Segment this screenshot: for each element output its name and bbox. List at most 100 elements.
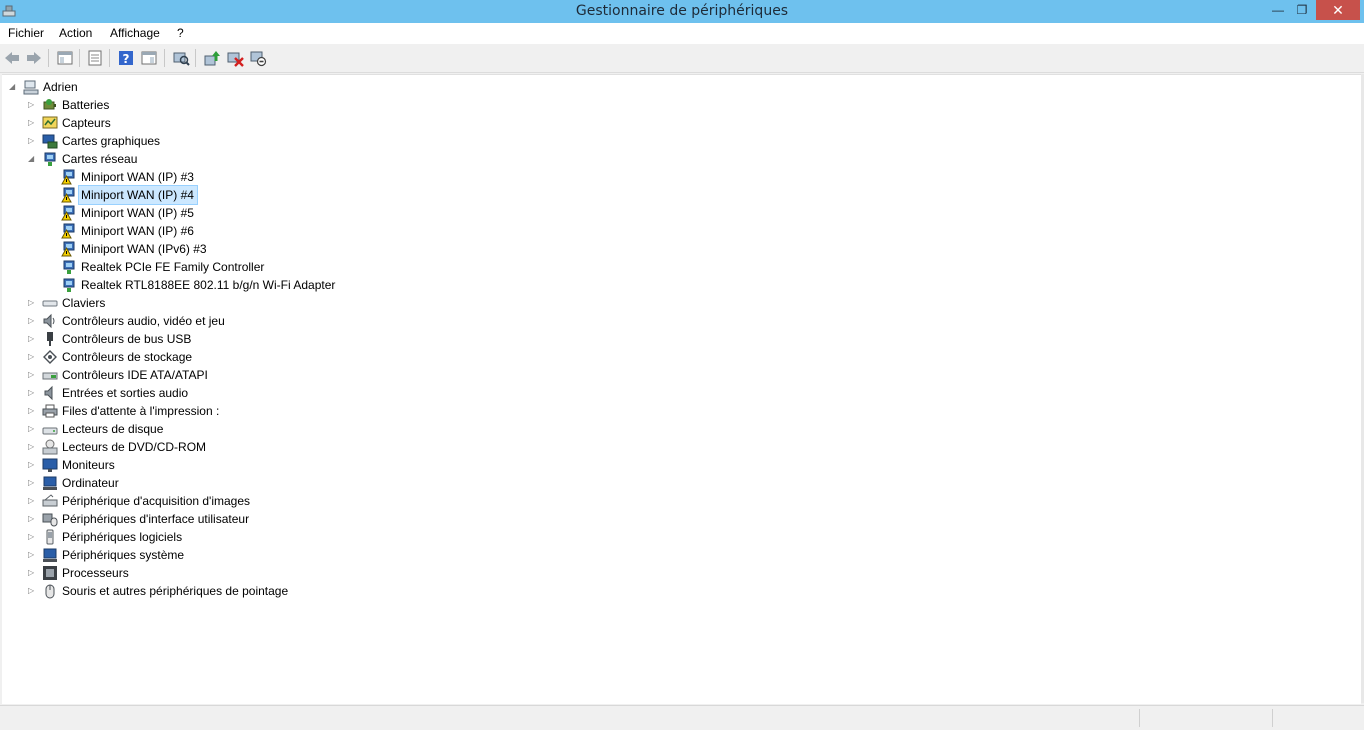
- toolbar-separator: [48, 49, 49, 67]
- tree-item-label: Moniteurs: [62, 458, 115, 472]
- expand-arrow-icon[interactable]: ▷: [28, 135, 38, 147]
- expand-arrow-icon[interactable]: ▷: [28, 567, 38, 579]
- tree-item-label: Contrôleurs IDE ATA/ATAPI: [62, 368, 208, 382]
- ide-controller-icon: [42, 367, 58, 383]
- toolbar: ?: [0, 44, 1364, 73]
- expand-arrow-icon[interactable]: ▷: [28, 369, 38, 381]
- tree-item-label: Capteurs: [62, 116, 111, 130]
- speaker-icon: [42, 313, 58, 329]
- tree-item-label: Claviers: [62, 296, 106, 310]
- svg-text:?: ?: [123, 52, 130, 66]
- scan-hardware-icon[interactable]: [172, 49, 190, 67]
- disable-device-icon[interactable]: [249, 49, 267, 67]
- minimize-button[interactable]: —: [1266, 0, 1290, 20]
- network-adapter-icon: [61, 259, 77, 275]
- expand-arrow-icon[interactable]: ▷: [28, 99, 38, 111]
- maximize-button[interactable]: ❐: [1290, 0, 1314, 20]
- processor-icon: [42, 565, 58, 581]
- menu-help[interactable]: ?: [177, 26, 184, 40]
- expand-arrow-icon[interactable]: ▷: [28, 117, 38, 129]
- tree-item-label: Files d'attente à l'impression :: [62, 404, 220, 418]
- menu-affichage[interactable]: Affichage: [110, 26, 160, 40]
- tree-item-label: Périphériques logiciels: [62, 530, 183, 544]
- show-hide-tree-icon[interactable]: [56, 49, 74, 67]
- tree-item-label: Lecteurs de DVD/CD-ROM: [62, 440, 207, 454]
- expand-arrow-icon[interactable]: ▷: [28, 585, 38, 597]
- expand-arrow-icon[interactable]: ▷: [28, 531, 38, 543]
- uninstall-device-icon[interactable]: [226, 49, 244, 67]
- expand-arrow-icon[interactable]: ▷: [28, 387, 38, 399]
- menu-action[interactable]: Action: [59, 26, 92, 40]
- tree-item-label: Realtek RTL8188EE 802.11 b/g/n Wi-Fi Ada…: [81, 278, 336, 292]
- menu-fichier[interactable]: Fichier: [8, 26, 44, 40]
- status-segment: [1272, 709, 1361, 727]
- expand-arrow-icon[interactable]: ▷: [28, 459, 38, 471]
- tree-item-label: Batteries: [62, 98, 110, 112]
- tree-root-label: Adrien: [43, 80, 78, 94]
- hid-icon: [42, 511, 58, 527]
- computer-icon: [42, 475, 58, 491]
- network-adapter-warning-icon: [61, 205, 77, 221]
- tree-item-label: Périphériques système: [62, 548, 185, 562]
- tree-item-label: Realtek PCIe FE Family Controller: [81, 260, 265, 274]
- back-arrow-icon[interactable]: [3, 49, 21, 67]
- network-adapter-warning-icon: [61, 223, 77, 239]
- expand-arrow-icon[interactable]: ▷: [28, 495, 38, 507]
- expand-arrow-icon[interactable]: ▷: [28, 405, 38, 417]
- expand-arrow-icon[interactable]: ▷: [28, 333, 38, 345]
- keyboard-icon: [42, 295, 58, 311]
- expand-arrow-icon[interactable]: ▷: [28, 297, 38, 309]
- tree-item-label: Lecteurs de disque: [62, 422, 164, 436]
- action-pane-icon[interactable]: [140, 49, 158, 67]
- tree-item-label: Périphériques d'interface utilisateur: [62, 512, 250, 526]
- forward-arrow-icon[interactable]: [25, 49, 43, 67]
- mouse-icon: [42, 583, 58, 599]
- scanner-icon: [42, 493, 58, 509]
- tree-item-label-selected: Miniport WAN (IP) #4: [78, 185, 198, 205]
- expand-arrow-icon[interactable]: ▷: [28, 315, 38, 327]
- properties-icon[interactable]: [86, 49, 104, 67]
- status-bar: [0, 705, 1364, 730]
- network-adapter-icon: [42, 151, 58, 167]
- dvd-drive-icon: [42, 439, 58, 455]
- device-tree[interactable]: ◢ Adrien ▷ Batteries ▷ Capteurs ▷ Cartes…: [2, 74, 1361, 704]
- close-button[interactable]: ✕: [1316, 0, 1360, 20]
- status-segment: [1139, 709, 1272, 727]
- expand-arrow-icon[interactable]: ▷: [28, 351, 38, 363]
- battery-icon: [42, 97, 58, 113]
- system-device-icon: [42, 547, 58, 563]
- expand-arrow-icon[interactable]: ▷: [28, 549, 38, 561]
- audio-io-icon: [42, 385, 58, 401]
- monitor-icon: [42, 457, 58, 473]
- usb-icon: [42, 331, 58, 347]
- network-adapter-warning-icon: [61, 169, 77, 185]
- tree-item-label: Contrôleurs de stockage: [62, 350, 193, 364]
- collapse-arrow-icon[interactable]: ◢: [9, 81, 19, 93]
- storage-controller-icon: [42, 349, 58, 365]
- toolbar-separator: [109, 49, 110, 67]
- expand-arrow-icon[interactable]: ▷: [28, 513, 38, 525]
- toolbar-separator: [164, 49, 165, 67]
- tree-item-label: Processeurs: [62, 566, 129, 580]
- tree-item-label: Ordinateur: [62, 476, 119, 490]
- expand-arrow-icon[interactable]: ▷: [28, 423, 38, 435]
- network-adapter-icon: [61, 277, 77, 293]
- tree-item-label: Contrôleurs de bus USB: [62, 332, 192, 346]
- expand-arrow-icon[interactable]: ▷: [28, 441, 38, 453]
- window-title: Gestionnaire de périphériques: [575, 3, 789, 19]
- tree-item-label: Contrôleurs audio, vidéo et jeu: [62, 314, 225, 328]
- printer-icon: [42, 403, 58, 419]
- computer-icon: [23, 79, 39, 95]
- network-adapter-warning-icon: [61, 241, 77, 257]
- toolbar-separator: [79, 49, 80, 67]
- collapse-arrow-icon[interactable]: ◢: [28, 153, 38, 165]
- update-driver-icon[interactable]: [203, 49, 221, 67]
- network-adapter-warning-icon: [61, 187, 77, 203]
- tree-item-label: Miniport WAN (IPv6) #3: [81, 242, 207, 256]
- tree-item-label: Entrées et sorties audio: [62, 386, 189, 400]
- help-icon[interactable]: ?: [117, 49, 135, 67]
- tree-item-label: Périphérique d'acquisition d'images: [62, 494, 251, 508]
- menu-bar: Fichier Action Affichage ?: [0, 23, 1364, 44]
- expand-arrow-icon[interactable]: ▷: [28, 477, 38, 489]
- software-device-icon: [42, 529, 58, 545]
